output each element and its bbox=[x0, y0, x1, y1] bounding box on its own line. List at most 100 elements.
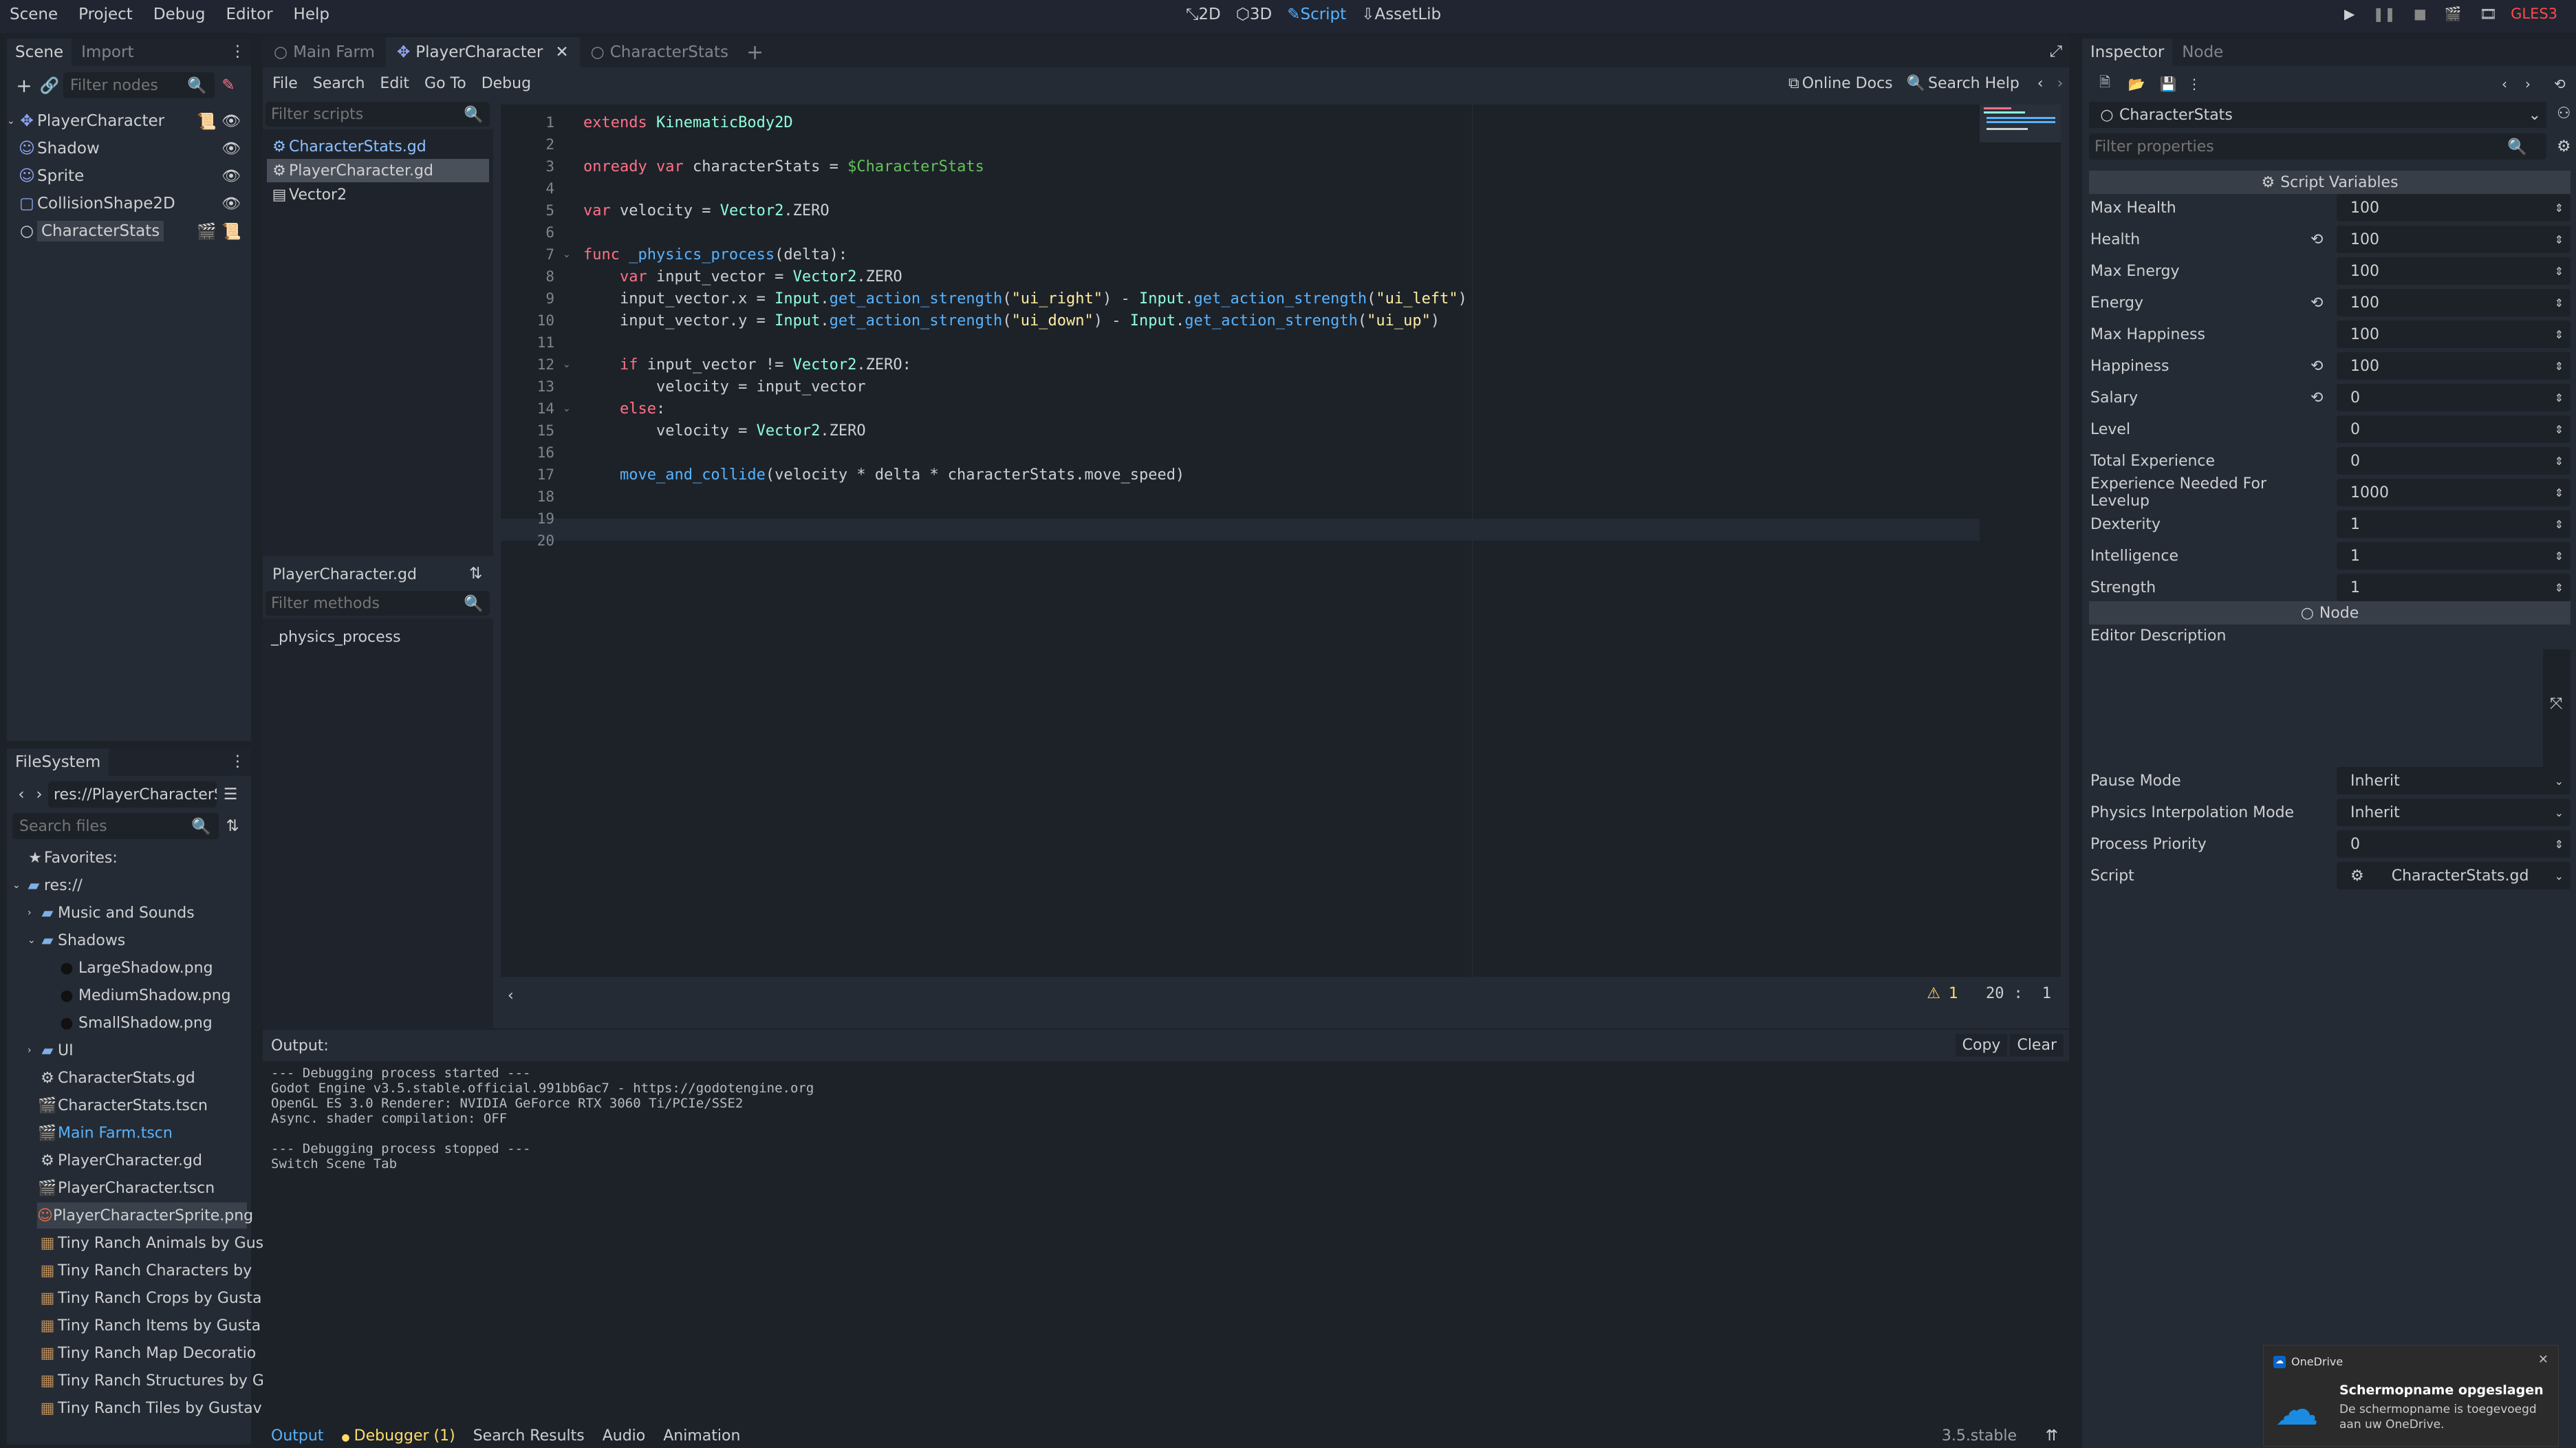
property-settings-icon[interactable]: ⚙ bbox=[2557, 138, 2571, 155]
script-menu-file[interactable]: File bbox=[272, 75, 298, 92]
spinner-arrows-icon[interactable]: ⇕ bbox=[2555, 296, 2564, 310]
spinner-arrows-icon[interactable]: ⇕ bbox=[2555, 391, 2564, 404]
script-resource-picker[interactable]: ⚙ CharacterStats.gd ⌄ bbox=[2337, 862, 2570, 889]
filter-nodes-field[interactable]: 🔍 bbox=[63, 72, 215, 98]
play-scene-icon[interactable]: 🎬 bbox=[2445, 6, 2462, 22]
property-value-spinbox[interactable]: 100 ⇕ bbox=[2337, 352, 2570, 380]
menu-debug[interactable]: Debug bbox=[153, 6, 206, 23]
object-selector[interactable]: ○ CharacterStats ⌄ bbox=[2089, 102, 2546, 128]
fs-item-tinyranch-tiles[interactable]: ▦ Tiny Ranch Tiles by Gustav bbox=[37, 1395, 262, 1421]
property-value-spinbox[interactable]: 100 ⇕ bbox=[2337, 289, 2570, 316]
script-menu-edit[interactable]: Edit bbox=[380, 75, 409, 92]
warning-icon[interactable]: ⚠ bbox=[1927, 985, 1940, 1002]
expand-bottom-panel-icon[interactable]: ⇈ bbox=[2046, 1427, 2058, 1445]
spinner-arrows-icon[interactable]: ⇕ bbox=[2555, 455, 2564, 468]
code-line[interactable]: 17 move_and_collide(velocity * delta * c… bbox=[501, 464, 1184, 486]
pause-icon[interactable]: ❚❚ bbox=[2372, 6, 2396, 22]
filter-methods-field[interactable]: 🔍 bbox=[266, 591, 490, 616]
fs-item-ui[interactable]: › ▰ UI bbox=[28, 1037, 74, 1063]
toggle-split-icon[interactable]: ☰ bbox=[217, 786, 244, 803]
script-menu-goto[interactable]: Go To bbox=[424, 75, 466, 92]
play-custom-scene-icon[interactable]: 🎞 bbox=[2480, 6, 2497, 22]
spinner-arrows-icon[interactable]: ⇕ bbox=[2555, 202, 2564, 215]
fs-item-mainfarm-tscn[interactable]: 🎬 Main Farm.tscn bbox=[37, 1120, 173, 1146]
property-value-spinbox[interactable]: 1 ⇕ bbox=[2337, 542, 2570, 570]
menu-help[interactable]: Help bbox=[294, 6, 329, 23]
new-resource-icon[interactable]: 🗎 bbox=[2089, 72, 2121, 96]
load-resource-icon[interactable]: 📂 bbox=[2121, 76, 2152, 92]
online-docs-button[interactable]: ⧉ Online Docs bbox=[1788, 75, 1893, 92]
code-line[interactable]: 15 velocity = Vector2.ZERO bbox=[501, 420, 866, 442]
menu-editor[interactable]: Editor bbox=[226, 6, 272, 23]
expand-text-icon[interactable]: ⤧ bbox=[2550, 695, 2562, 713]
spinner-arrows-icon[interactable]: ⇕ bbox=[2555, 486, 2564, 499]
visibility-eye-icon[interactable]: 👁 bbox=[221, 113, 241, 130]
tree-node-playercharacter[interactable]: ⌄ ✥ PlayerCharacter 📜 👁 bbox=[7, 108, 251, 134]
sort-icon[interactable]: ⇅ bbox=[219, 817, 246, 835]
bottom-tab-search-results[interactable]: Search Results bbox=[473, 1427, 585, 1445]
code-line[interactable]: 16 bbox=[501, 442, 583, 464]
code-line[interactable]: 20 bbox=[501, 530, 583, 552]
workspace-script-button[interactable]: ✎Script bbox=[1287, 6, 1346, 23]
bottom-tab-output[interactable]: Output bbox=[271, 1427, 323, 1445]
fs-item-tinyranch-map[interactable]: ▦ Tiny Ranch Map Decoratio bbox=[37, 1340, 257, 1366]
property-value-spinbox[interactable]: 0 ⇕ bbox=[2337, 384, 2570, 411]
tree-node-characterstats[interactable]: ○ CharacterStats 🎬 📜 bbox=[17, 218, 251, 244]
script-item-playercharacter[interactable]: ⚙ PlayerCharacter.gd bbox=[267, 159, 489, 182]
history-back-icon[interactable]: ‹ bbox=[2037, 75, 2044, 92]
code-line[interactable]: 8 var input_vector = Vector2.ZERO bbox=[501, 266, 902, 288]
script-attached-icon[interactable]: 📜 bbox=[197, 112, 217, 131]
add-node-icon[interactable]: + bbox=[12, 74, 36, 97]
property-value-spinbox[interactable]: 0 ⇕ bbox=[2337, 415, 2570, 443]
tab-playercharacter[interactable]: ✥ PlayerCharacter ✕ bbox=[385, 37, 580, 67]
spinner-arrows-icon[interactable]: ⇕ bbox=[2555, 233, 2564, 246]
fs-item-shadows[interactable]: ⌄ ▰ Shadows bbox=[28, 927, 125, 953]
spinner-arrows-icon[interactable]: ⇕ bbox=[2555, 550, 2564, 563]
spinner-arrows-icon[interactable]: ⇕ bbox=[2555, 581, 2564, 594]
bottom-tab-debugger[interactable]: ● Debugger (1) bbox=[341, 1427, 455, 1445]
fs-item-tinyranch-crops[interactable]: ▦ Tiny Ranch Crops by Gusta bbox=[37, 1285, 262, 1311]
spinner-arrows-icon[interactable]: ⇕ bbox=[2555, 423, 2564, 436]
visibility-eye-icon[interactable]: 👁 bbox=[221, 195, 241, 213]
renderer-selector[interactable]: GLES3 bbox=[2511, 6, 2557, 22]
menu-project[interactable]: Project bbox=[78, 6, 133, 23]
menu-scene[interactable]: Scene bbox=[10, 6, 58, 23]
fold-arrow-icon[interactable]: ⌄ bbox=[563, 359, 576, 370]
script-menu-debug[interactable]: Debug bbox=[481, 75, 531, 92]
code-line[interactable]: 18 bbox=[501, 486, 583, 508]
property-value-spinbox[interactable]: 0 ⇕ bbox=[2337, 830, 2570, 858]
fs-item-playercharactersprite[interactable]: ☺ PlayerCharacterSprite.png bbox=[37, 1202, 253, 1229]
tab-filesystem[interactable]: FileSystem bbox=[7, 748, 109, 776]
tab-inspector[interactable]: Inspector bbox=[2082, 39, 2173, 66]
fs-item-music[interactable]: › ▰ Music and Sounds bbox=[28, 900, 195, 926]
visibility-eye-icon[interactable]: 👁 bbox=[221, 140, 241, 158]
workspace-assetlib-button[interactable]: ⇩AssetLib bbox=[1361, 6, 1441, 23]
visibility-eye-icon[interactable]: 👁 bbox=[221, 168, 241, 185]
property-value-spinbox[interactable]: 1 ⇕ bbox=[2337, 510, 2570, 538]
history-forward-icon[interactable]: › bbox=[2525, 76, 2531, 92]
spinner-arrows-icon[interactable]: ⇕ bbox=[2555, 265, 2564, 278]
open-scene-icon[interactable]: 🎬 bbox=[197, 222, 217, 241]
code-line[interactable]: 6 bbox=[501, 221, 583, 244]
spinner-arrows-icon[interactable]: ⇕ bbox=[2555, 328, 2564, 341]
bottom-tab-animation[interactable]: Animation bbox=[663, 1427, 740, 1445]
code-line[interactable]: 4 bbox=[501, 177, 583, 199]
back-icon[interactable]: ‹ bbox=[12, 786, 30, 803]
link-icon[interactable]: 🔗 bbox=[36, 76, 63, 95]
revert-icon[interactable]: ⟲ bbox=[2310, 294, 2323, 312]
tab-import[interactable]: Import bbox=[72, 43, 143, 61]
history-forward-icon[interactable]: › bbox=[2057, 75, 2064, 92]
script-item-vector2[interactable]: ▤ Vector2 bbox=[270, 183, 347, 206]
property-value-spinbox[interactable]: 100 ⇕ bbox=[2337, 321, 2570, 348]
tree-node-sprite[interactable]: ☺ Sprite 👁 bbox=[17, 163, 251, 189]
forward-icon[interactable]: › bbox=[30, 786, 48, 803]
spinner-arrows-icon[interactable]: ⇕ bbox=[2555, 360, 2564, 373]
object-history-icon[interactable]: ⟲ bbox=[2554, 76, 2566, 92]
section-node[interactable]: ○ Node bbox=[2089, 601, 2570, 625]
minimap[interactable] bbox=[1980, 105, 2061, 142]
script-item-characterstats[interactable]: ⚙ CharacterStats.gd bbox=[270, 135, 426, 158]
property-value-spinbox[interactable]: 1 ⇕ bbox=[2337, 574, 2570, 601]
fs-item-res[interactable]: ⌄ ▰ res:// bbox=[12, 872, 83, 898]
fs-item-tinyranch-items[interactable]: ▦ Tiny Ranch Items by Gusta bbox=[37, 1312, 261, 1339]
filter-scripts-input[interactable] bbox=[271, 105, 464, 123]
